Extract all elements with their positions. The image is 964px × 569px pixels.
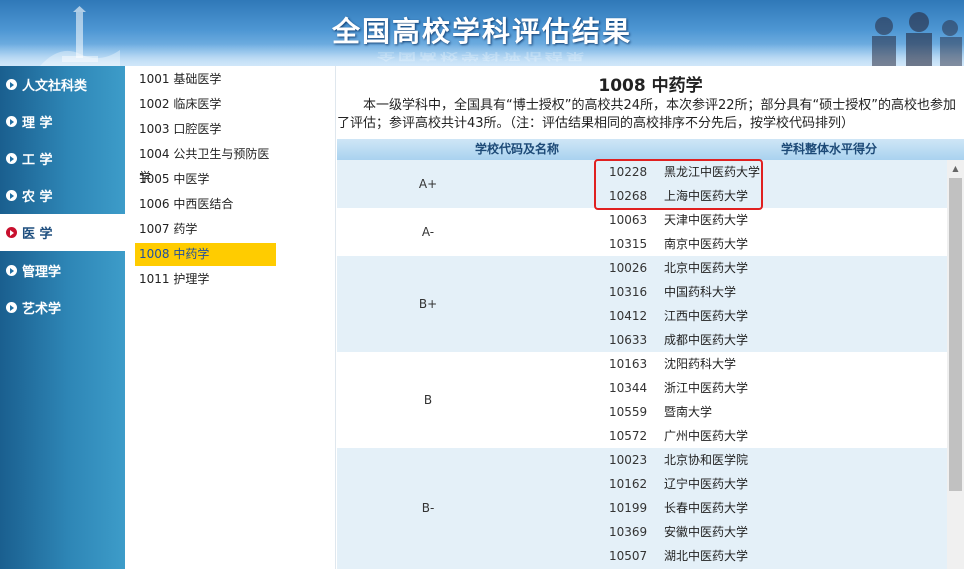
school-name: 沈阳药科大学 — [664, 357, 737, 371]
banner-title-reflection: 全国高校学科评估结果 — [377, 50, 587, 62]
table-row: 10559 暨南大学 — [337, 400, 947, 424]
school-name: 成都中医药大学 — [664, 333, 749, 347]
nav-item-arts[interactable]: 艺术学 — [0, 289, 125, 326]
table-row: 10023 北京协和医学院 — [337, 448, 947, 472]
nav-item-label: 工 学 — [22, 153, 53, 168]
nav-item-label: 理 学 — [22, 116, 53, 131]
school-code: 10412 — [609, 309, 648, 323]
school-code: 10507 — [609, 549, 648, 563]
nav-item-label: 艺术学 — [22, 302, 62, 317]
table-row: 10412 江西中医药大学 — [337, 304, 947, 328]
table-row: 10026 北京中医药大学 — [337, 256, 947, 280]
nav-item-label: 管理学 — [22, 265, 62, 280]
arrow-icon — [6, 302, 17, 313]
school-name: 中国药科大学 — [664, 285, 737, 299]
school-name: 湖北中医药大学 — [664, 549, 749, 563]
school-name: 广州中医药大学 — [664, 429, 749, 443]
school-name: 暨南大学 — [664, 405, 713, 419]
table-row: 10316 中国药科大学 — [337, 280, 947, 304]
column-header-score: 学科整体水平得分 — [781, 142, 878, 156]
banner-title: 全国高校学科评估结果 — [331, 15, 632, 48]
school-code: 10026 — [609, 261, 648, 275]
school-code: 10316 — [609, 285, 648, 299]
school-name: 浙江中医药大学 — [664, 381, 749, 395]
table-row: 10163 沈阳药科大学 — [337, 352, 947, 376]
nav-item-label: 医 学 — [22, 227, 53, 242]
school-code: 10163 — [609, 357, 648, 371]
discipline-item-1011[interactable]: 1011 护理学 — [135, 268, 276, 291]
results-panel: 1008 中药学 本一级学科中，全国具有“博士授权”的高校共24所，本次参评22… — [337, 66, 964, 569]
table-row: 10369 安徽中医药大学 — [337, 520, 947, 544]
arrow-icon — [6, 227, 17, 238]
discipline-item-1004[interactable]: 1004 公共卫生与预防医学 — [135, 143, 276, 184]
school-name: 北京协和医学院 — [664, 453, 749, 467]
category-nav: 人文社科类 理 学 工 学 农 学 医 学 管理学 艺术学 — [0, 66, 125, 569]
school-code: 10572 — [609, 429, 648, 443]
table-row: 10063 天津中医药大学 — [337, 208, 947, 232]
school-name: 江西中医药大学 — [664, 309, 749, 323]
school-name: 北京中医药大学 — [664, 261, 749, 275]
school-code: 10199 — [609, 501, 648, 515]
results-table: A+ 10228 黑龙江中医药大学 10268 上海中医药大学 A- 10063… — [337, 160, 947, 569]
school-code: 10315 — [609, 237, 648, 251]
arrow-icon — [6, 190, 17, 201]
nav-item-science[interactable]: 理 学 — [0, 103, 125, 140]
nav-item-label: 农 学 — [22, 190, 53, 205]
nav-item-engineering[interactable]: 工 学 — [0, 140, 125, 177]
arrow-icon — [6, 116, 17, 127]
scroll-up-icon[interactable]: ▲ — [947, 160, 964, 177]
school-name: 长春中医药大学 — [664, 501, 749, 515]
school-name: 天津中医药大学 — [664, 213, 749, 227]
discipline-item-1008[interactable]: 1008 中药学 — [135, 243, 276, 266]
discipline-item-1002[interactable]: 1002 临床医学 — [135, 93, 276, 116]
discipline-item-1003[interactable]: 1003 口腔医学 — [135, 118, 276, 141]
description-text: 本一级学科中，全国具有“博士授权”的高校共24所，本次参评22所；部分具有“硕士… — [337, 98, 957, 131]
table-row: 10633 成都中医药大学 — [337, 328, 947, 352]
nav-item-management[interactable]: 管理学 — [0, 252, 125, 289]
school-code: 10633 — [609, 333, 648, 347]
table-row: 10199 长春中医药大学 — [337, 496, 947, 520]
grade-group-b: B 10163 沈阳药科大学 10344 浙江中医药大学 10559 暨南大学 … — [337, 352, 947, 448]
table-row: 10315 南京中医药大学 — [337, 232, 947, 256]
arrow-icon — [6, 79, 17, 90]
grade-group-b-plus: B+ 10026 北京中医药大学 10316 中国药科大学 10412 江西中医… — [337, 256, 947, 352]
school-name: 南京中医药大学 — [664, 237, 749, 251]
table-row: 10344 浙江中医药大学 — [337, 376, 947, 400]
column-header-school: 学校代码及名称 — [475, 142, 560, 156]
nav-item-agriculture[interactable]: 农 学 — [0, 177, 125, 214]
school-code: 10023 — [609, 453, 648, 467]
nav-item-humanities[interactable]: 人文社科类 — [0, 66, 125, 103]
table-header: 学校代码及名称 学科整体水平得分 — [337, 139, 964, 160]
page-banner: 全国高校学科评估结果 全国高校学科评估结果 — [0, 0, 964, 66]
school-name: 安徽中医药大学 — [664, 525, 749, 539]
page-title: 1008 中药学 — [598, 76, 703, 96]
grade-group-a-minus: A- 10063 天津中医药大学 10315 南京中医药大学 — [337, 208, 947, 256]
school-code: 10162 — [609, 477, 648, 491]
school-code: 10369 — [609, 525, 648, 539]
highlight-box — [594, 159, 763, 210]
table-scrollbar[interactable]: ▲ — [947, 160, 964, 569]
nav-item-medicine[interactable]: 医 学 — [0, 214, 125, 251]
school-code: 10559 — [609, 405, 648, 419]
nav-item-label: 人文社科类 — [22, 79, 88, 94]
discipline-list: 1001 基础医学 1002 临床医学 1003 口腔医学 1004 公共卫生与… — [125, 66, 336, 569]
table-row: 10572 广州中医药大学 — [337, 424, 947, 448]
discipline-item-1001[interactable]: 1001 基础医学 — [135, 68, 276, 91]
scrollbar-thumb[interactable] — [949, 178, 962, 491]
discipline-item-1005[interactable]: 1005 中医学 — [135, 168, 276, 191]
table-row: 10507 湖北中医药大学 — [337, 544, 947, 568]
school-code: 10344 — [609, 381, 648, 395]
table-row: 10162 辽宁中医药大学 — [337, 472, 947, 496]
discipline-item-1007[interactable]: 1007 药学 — [135, 218, 276, 241]
discipline-item-1006[interactable]: 1006 中西医结合 — [135, 193, 276, 216]
arrow-icon — [6, 265, 17, 276]
grade-group-b-minus: B- 10023 北京协和医学院 10162 辽宁中医药大学 10199 长春中… — [337, 448, 947, 569]
school-name: 辽宁中医药大学 — [664, 477, 749, 491]
arrow-icon — [6, 153, 17, 164]
school-code: 10063 — [609, 213, 648, 227]
